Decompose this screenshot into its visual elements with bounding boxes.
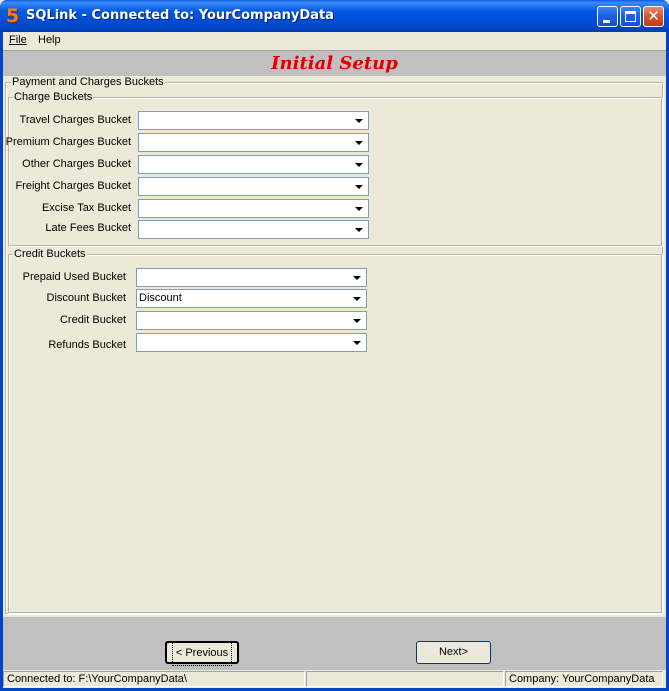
chevron-down-icon[interactable] xyxy=(349,269,366,286)
menu-bar: File Help xyxy=(3,32,666,50)
next-button-label: Next> xyxy=(438,646,469,658)
next-button[interactable]: Next> xyxy=(416,641,491,664)
discount-value: Discount xyxy=(139,292,182,304)
prepaid-used-select[interactable] xyxy=(136,268,367,287)
chevron-down-icon[interactable] xyxy=(351,134,368,151)
travel-charges-label: Travel Charges Bucket xyxy=(19,114,131,126)
menu-help-label: Help xyxy=(38,34,61,46)
refunds-label: Refunds Bucket xyxy=(48,339,126,351)
app-logo-icon[interactable]: 5 xyxy=(6,6,22,26)
credit-label: Credit Bucket xyxy=(59,314,126,326)
title-bar[interactable]: 5 SQLink - Connected to: YourCompanyData… xyxy=(0,0,669,32)
credit-buckets-group-title: Credit Buckets xyxy=(13,248,87,260)
status-connection: Connected to: F:\YourCompanyData\ xyxy=(3,671,305,687)
late-fees-select[interactable] xyxy=(138,220,369,239)
freight-charges-select[interactable] xyxy=(138,177,369,196)
freight-charges-label: Freight Charges Bucket xyxy=(15,180,131,192)
previous-button-label: < Previous xyxy=(171,641,233,666)
status-middle xyxy=(306,671,504,687)
chevron-down-icon[interactable] xyxy=(351,221,368,238)
app-window: 5 SQLink - Connected to: YourCompanyData… xyxy=(0,0,669,691)
status-company: Company: YourCompanyData xyxy=(505,671,663,687)
refunds-select[interactable] xyxy=(136,333,367,352)
minimize-button[interactable] xyxy=(597,6,618,27)
chevron-down-icon[interactable] xyxy=(351,200,368,217)
minimize-icon xyxy=(603,20,610,23)
menu-file[interactable]: File xyxy=(9,34,27,46)
header-band: Initial Setup xyxy=(3,50,666,76)
maximize-icon xyxy=(625,11,636,22)
chevron-down-icon[interactable] xyxy=(351,156,368,173)
credit-select[interactable] xyxy=(136,311,367,330)
discount-label: Discount Bucket xyxy=(46,292,126,304)
other-charges-select[interactable] xyxy=(138,155,369,174)
page-title: Initial Setup xyxy=(271,53,398,74)
menu-file-label: File xyxy=(9,34,27,46)
chevron-down-icon[interactable] xyxy=(351,178,368,195)
chevron-down-icon[interactable] xyxy=(349,334,366,351)
navigation-band: < Previous Next> xyxy=(3,617,666,670)
payment-charges-group-title: Payment and Charges Buckets xyxy=(11,76,165,88)
credit-buckets-group xyxy=(8,254,663,614)
chevron-down-icon[interactable] xyxy=(349,312,366,329)
maximize-button[interactable] xyxy=(620,6,641,27)
window-title: SQLink - Connected to: YourCompanyData xyxy=(26,8,334,23)
close-button[interactable]: ✕ xyxy=(643,6,664,27)
other-charges-label: Other Charges Bucket xyxy=(22,158,131,170)
premium-charges-select[interactable] xyxy=(138,133,369,152)
menu-help[interactable]: Help xyxy=(38,34,61,46)
close-icon: ✕ xyxy=(647,8,660,25)
excise-tax-label: Excise Tax Bucket xyxy=(41,202,131,214)
premium-charges-label: Premium Charges Bucket xyxy=(5,136,131,148)
chevron-down-icon[interactable] xyxy=(349,290,366,307)
excise-tax-select[interactable] xyxy=(138,199,369,218)
travel-charges-select[interactable] xyxy=(138,111,369,130)
previous-button[interactable]: < Previous xyxy=(165,641,239,666)
client-area: File Help Initial Setup Payment and Char… xyxy=(3,32,666,688)
status-bar: Connected to: F:\YourCompanyData\ Compan… xyxy=(3,670,666,688)
chevron-down-icon[interactable] xyxy=(351,112,368,129)
prepaid-used-label: Prepaid Used Bucket xyxy=(22,271,126,283)
discount-select[interactable]: Discount xyxy=(136,289,367,308)
late-fees-label: Late Fees Bucket xyxy=(45,222,131,234)
charge-buckets-group-title: Charge Buckets xyxy=(13,91,94,103)
